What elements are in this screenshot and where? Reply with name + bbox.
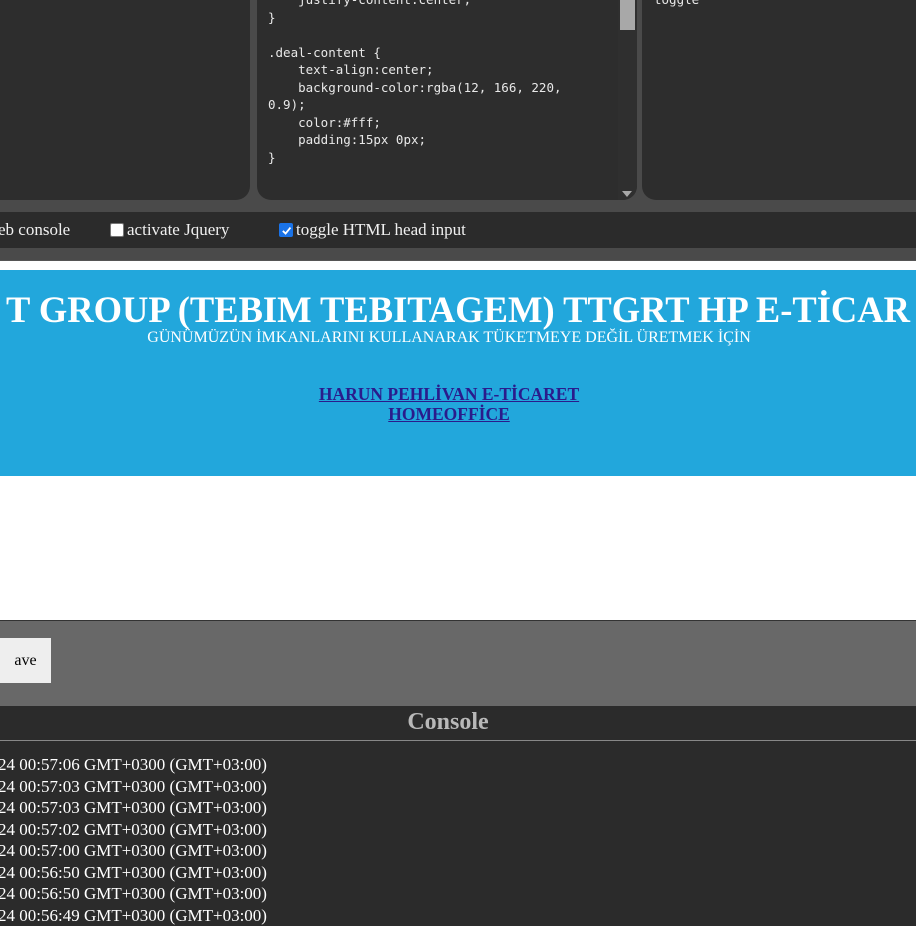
divider: [0, 248, 916, 260]
console-title: Console: [407, 709, 488, 736]
checkmark-icon: [281, 225, 292, 236]
banner-subtitle: GÜNÜMÜZÜN İMKANLARINI KULLANARAK TÜKETME…: [147, 329, 750, 347]
scroll-down-arrow-icon[interactable]: [622, 191, 632, 197]
console-line: 24 00:57:03 GMT+0300 (GMT+03:00): [0, 776, 267, 798]
activate-jquery-option[interactable]: activate Jquery: [110, 220, 229, 240]
html-editor-panel[interactable]: [0, 0, 250, 200]
scrollbar-thumb[interactable]: [620, 0, 635, 30]
harun-pehlivan-link[interactable]: HARUN PEHLİVAN E-TİCARET: [319, 384, 579, 405]
web-console-label: eb console: [0, 220, 70, 240]
options-bar: eb console activate Jquery toggle HTML h…: [0, 212, 916, 248]
console-line: 24 00:56:50 GMT+0300 (GMT+03:00): [0, 862, 267, 884]
console-log: 24 00:57:06 GMT+0300 (GMT+03:00) 24 00:5…: [0, 754, 267, 926]
activate-jquery-label: activate Jquery: [127, 220, 229, 240]
console-line: 24 00:57:06 GMT+0300 (GMT+03:00): [0, 754, 267, 776]
deal-content-banner: T GROUP (TEBIM TEBITAGEM) TTGRT HP E-TİC…: [0, 270, 916, 476]
css-code-text[interactable]: justify-content:center; } .deal-content …: [268, 0, 562, 166]
console-line: 24 00:56:50 GMT+0300 (GMT+03:00): [0, 883, 267, 905]
save-bar: ave: [0, 620, 916, 706]
save-button[interactable]: ave: [0, 638, 51, 683]
console-panel: Console 24 00:57:06 GMT+0300 (GMT+03:00)…: [0, 706, 916, 916]
toggle-head-input-option[interactable]: toggle HTML head input: [279, 220, 466, 240]
toggle-head-input-label: toggle HTML head input: [296, 220, 466, 240]
console-line: 24 00:57:03 GMT+0300 (GMT+03:00): [0, 797, 267, 819]
homeoffice-link[interactable]: HOMEOFFİCE: [388, 404, 510, 425]
web-console-option[interactable]: eb console: [0, 220, 70, 240]
css-editor-panel[interactable]: justify-content:center; } .deal-content …: [257, 0, 637, 200]
banner-title: T GROUP (TEBIM TEBITAGEM) TTGRT HP E-TİC…: [6, 288, 910, 331]
console-line: 24 00:57:02 GMT+0300 (GMT+03:00): [0, 819, 267, 841]
activate-jquery-checkbox[interactable]: [110, 223, 124, 237]
console-line: 24 00:57:00 GMT+0300 (GMT+03:00): [0, 840, 267, 862]
preview-pane: T GROUP (TEBIM TEBITAGEM) TTGRT HP E-TİC…: [0, 260, 916, 620]
toggle-head-input-checkbox[interactable]: [279, 223, 293, 237]
css-editor-scrollbar[interactable]: [618, 0, 637, 200]
js-code-text[interactable]: toggle: [654, 0, 699, 9]
js-editor-panel[interactable]: toggle: [642, 0, 916, 200]
editor-area: justify-content:center; } .deal-content …: [0, 0, 916, 212]
console-line: 24 00:56:49 GMT+0300 (GMT+03:00): [0, 905, 267, 926]
console-divider: [0, 740, 916, 741]
